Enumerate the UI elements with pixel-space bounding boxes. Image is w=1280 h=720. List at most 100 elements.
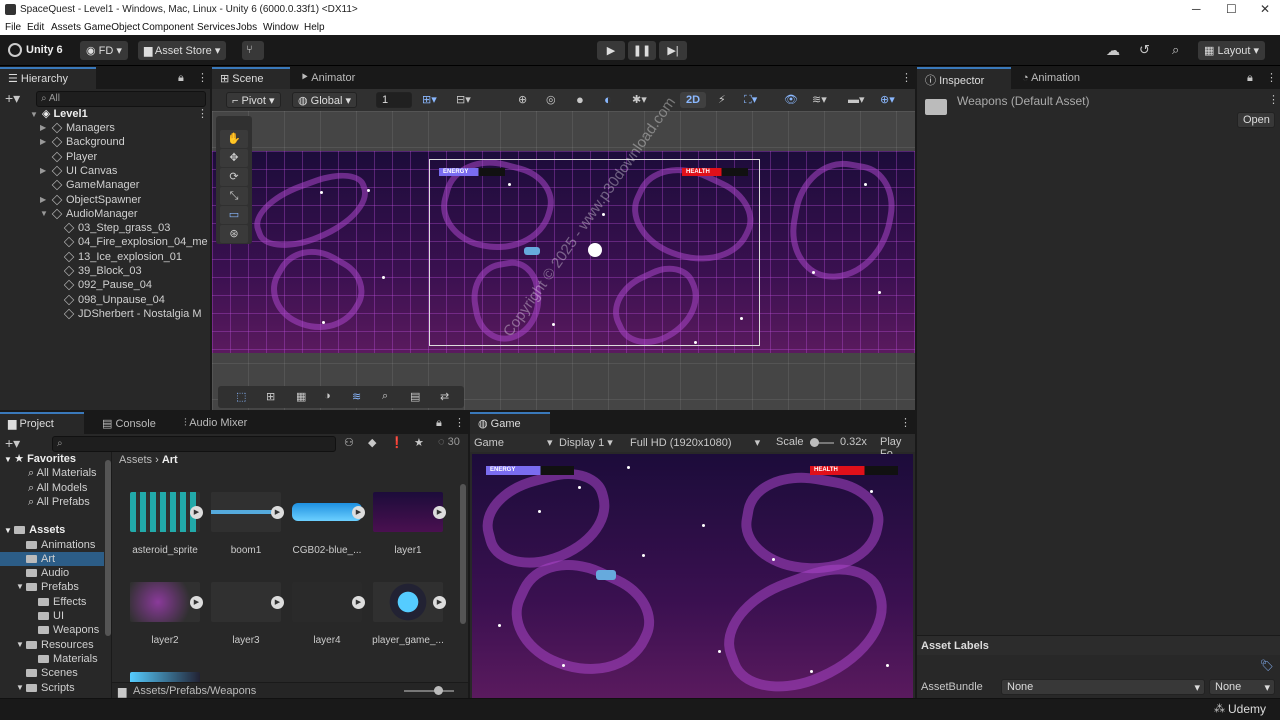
- hidden-count[interactable]: ◌ 30: [438, 436, 460, 448]
- favorite-icon[interactable]: ★: [414, 436, 424, 449]
- increment-snap-icon[interactable]: ⊟▾: [456, 93, 471, 106]
- play-animation-icon[interactable]: ▶: [433, 506, 446, 519]
- shuffle-icon[interactable]: ⇄: [440, 390, 449, 403]
- menu-window[interactable]: Window: [263, 22, 299, 33]
- menu-edit[interactable]: Edit: [27, 22, 44, 33]
- menu-component[interactable]: Component: [142, 22, 194, 33]
- asset-bundle-dropdown[interactable]: None ▾: [1001, 679, 1205, 695]
- hierarchy-item[interactable]: Player: [42, 150, 97, 164]
- expand-arrow-icon[interactable]: ▼: [30, 110, 38, 119]
- assets-root[interactable]: ▼ Assets: [4, 523, 65, 537]
- scene-root[interactable]: ▼ ◈ Level1: [30, 107, 88, 121]
- gizmos-icon[interactable]: ⊕▾: [880, 93, 895, 106]
- tab-inspector[interactable]: ⓘ Inspector: [917, 67, 1011, 89]
- hierarchy-item[interactable]: ▶ ObjectSpawner: [40, 193, 141, 207]
- palette-icon[interactable]: ▤: [410, 390, 420, 403]
- close-icon[interactable]: ✕: [1260, 2, 1270, 16]
- search-icon[interactable]: ⌕: [1172, 42, 1179, 58]
- tab-audio-mixer[interactable]: ⫶ Audio Mixer: [176, 412, 272, 434]
- account-button[interactable]: ◉ FD ▾: [80, 41, 128, 60]
- lock-icon[interactable]: 🔒︎: [436, 417, 442, 430]
- menu-jobs[interactable]: Jobs: [236, 22, 257, 33]
- scale-slider-thumb[interactable]: [810, 438, 819, 447]
- menu-help[interactable]: Help: [304, 22, 325, 33]
- lock-icon[interactable]: 🔒︎: [1247, 72, 1253, 85]
- hierarchy-item[interactable]: GameManager: [42, 178, 139, 192]
- add-icon[interactable]: +▾: [5, 90, 20, 107]
- scale-tool-icon[interactable]: ⤡: [220, 187, 248, 205]
- folder-item[interactable]: ▼ Resources: [0, 638, 94, 652]
- audio-effects-icon[interactable]: ⛶▾: [744, 93, 757, 107]
- hierarchy-search-input[interactable]: ⌕ All: [36, 91, 206, 107]
- tab-animator[interactable]: ⯈ Animator: [292, 67, 382, 89]
- tree-scrollbar[interactable]: [105, 460, 111, 636]
- step-button[interactable]: ▶|: [659, 41, 687, 60]
- folder-item[interactable]: Effects: [0, 595, 86, 609]
- move-tool-icon[interactable]: ✥: [220, 149, 248, 167]
- shading-icon[interactable]: ◑: [324, 390, 331, 402]
- hierarchy-item[interactable]: ▶ Background: [40, 135, 125, 149]
- hierarchy-item[interactable]: 13_Ice_explosion_01: [64, 250, 210, 264]
- menu-file[interactable]: File: [5, 22, 21, 33]
- play-animation-icon[interactable]: ▶: [271, 596, 284, 609]
- display-dropdown[interactable]: Display 1 ▾: [559, 436, 613, 449]
- maximize-icon[interactable]: ☐: [1226, 2, 1237, 16]
- project-search-input[interactable]: ⌕: [52, 436, 336, 452]
- version-control-button[interactable]: ⑂: [242, 41, 264, 60]
- favorite-item[interactable]: ⌕ All Prefabs: [28, 495, 90, 509]
- grid-overlay-icon[interactable]: ▦: [296, 390, 306, 403]
- open-button[interactable]: Open: [1237, 112, 1275, 128]
- play-animation-icon[interactable]: ▶: [190, 596, 203, 609]
- folder-item[interactable]: Scenes: [0, 666, 78, 680]
- hierarchy-item[interactable]: 39_Block_03: [64, 264, 210, 278]
- player-ship[interactable]: [524, 247, 540, 255]
- debug-icon[interactable]: ✱▾: [632, 93, 647, 106]
- play-button[interactable]: ▶: [597, 41, 625, 60]
- breadcrumb-assets[interactable]: Assets: [119, 454, 152, 466]
- tab-animation[interactable]: ◔ Animation: [1014, 67, 1104, 89]
- tab-scene[interactable]: ⊞ Scene: [212, 67, 290, 89]
- expand-arrow-icon[interactable]: ▶: [40, 164, 46, 178]
- visibility-icon[interactable]: 👁︎: [784, 93, 798, 106]
- align-icon[interactable]: ⊞: [266, 390, 275, 403]
- tab-hierarchy[interactable]: ☰ Hierarchy: [0, 67, 96, 89]
- filter-type-icon[interactable]: ⚇: [344, 436, 354, 449]
- favorite-item[interactable]: ⌕ All Models: [28, 481, 87, 495]
- warning-icon[interactable]: ❗: [390, 436, 404, 449]
- expand-arrow-icon[interactable]: ▼: [40, 207, 48, 221]
- folder-item[interactable]: ▼ Prefabs: [0, 580, 79, 594]
- scene-more-icon[interactable]: ⋮: [197, 107, 208, 120]
- pivot-dropdown[interactable]: ⌐ Pivot ▾: [226, 92, 281, 108]
- rect-select-icon[interactable]: ⬚: [236, 390, 246, 403]
- folder-item[interactable]: Art: [0, 551, 104, 566]
- menu-assets[interactable]: Assets: [51, 22, 81, 33]
- boom-sprite[interactable]: [588, 243, 602, 257]
- play-animation-icon[interactable]: ▶: [190, 506, 203, 519]
- hierarchy-item[interactable]: 098_Unpause_04: [64, 293, 210, 307]
- tab-project[interactable]: ▆ Project: [0, 412, 84, 434]
- play-animation-icon[interactable]: ▶: [352, 596, 365, 609]
- lighting-icon[interactable]: ⚡: [718, 93, 726, 106]
- network-icon[interactable]: ⁂: [1214, 702, 1225, 715]
- inspector-more-icon[interactable]: ⋮: [1268, 93, 1279, 106]
- favorites-header[interactable]: ▼ ★ Favorites: [4, 452, 76, 466]
- play-animation-icon[interactable]: ▶: [271, 506, 284, 519]
- folder-item[interactable]: Materials: [0, 652, 98, 666]
- cloud-icon[interactable]: ☁: [1106, 42, 1120, 59]
- play-animation-icon[interactable]: ▶: [352, 506, 365, 519]
- resolution-dropdown[interactable]: Full HD (1920x1080) ▾: [630, 436, 760, 449]
- menu-gameobject[interactable]: GameObject: [84, 22, 140, 33]
- folder-item[interactable]: UI: [0, 609, 64, 623]
- favorite-item[interactable]: ⌕ All Materials: [28, 466, 97, 480]
- zoom-icon[interactable]: ⌕: [382, 390, 388, 403]
- more-icon[interactable]: ⋮: [901, 71, 912, 84]
- shaded-icon[interactable]: ●: [576, 92, 584, 107]
- center-icon[interactable]: ⊕: [518, 93, 527, 106]
- hierarchy-item[interactable]: ▶ UI Canvas: [40, 164, 117, 178]
- asset-variant-dropdown[interactable]: None ▾: [1209, 679, 1275, 695]
- hand-tool-icon[interactable]: ✋: [220, 130, 248, 148]
- layers-icon[interactable]: ≋▾: [812, 93, 827, 106]
- hierarchy-item[interactable]: 04_Fire_explosion_04_me: [64, 235, 210, 249]
- tab-console[interactable]: ▤ Console: [94, 412, 174, 434]
- minimize-icon[interactable]: ─: [1192, 2, 1201, 16]
